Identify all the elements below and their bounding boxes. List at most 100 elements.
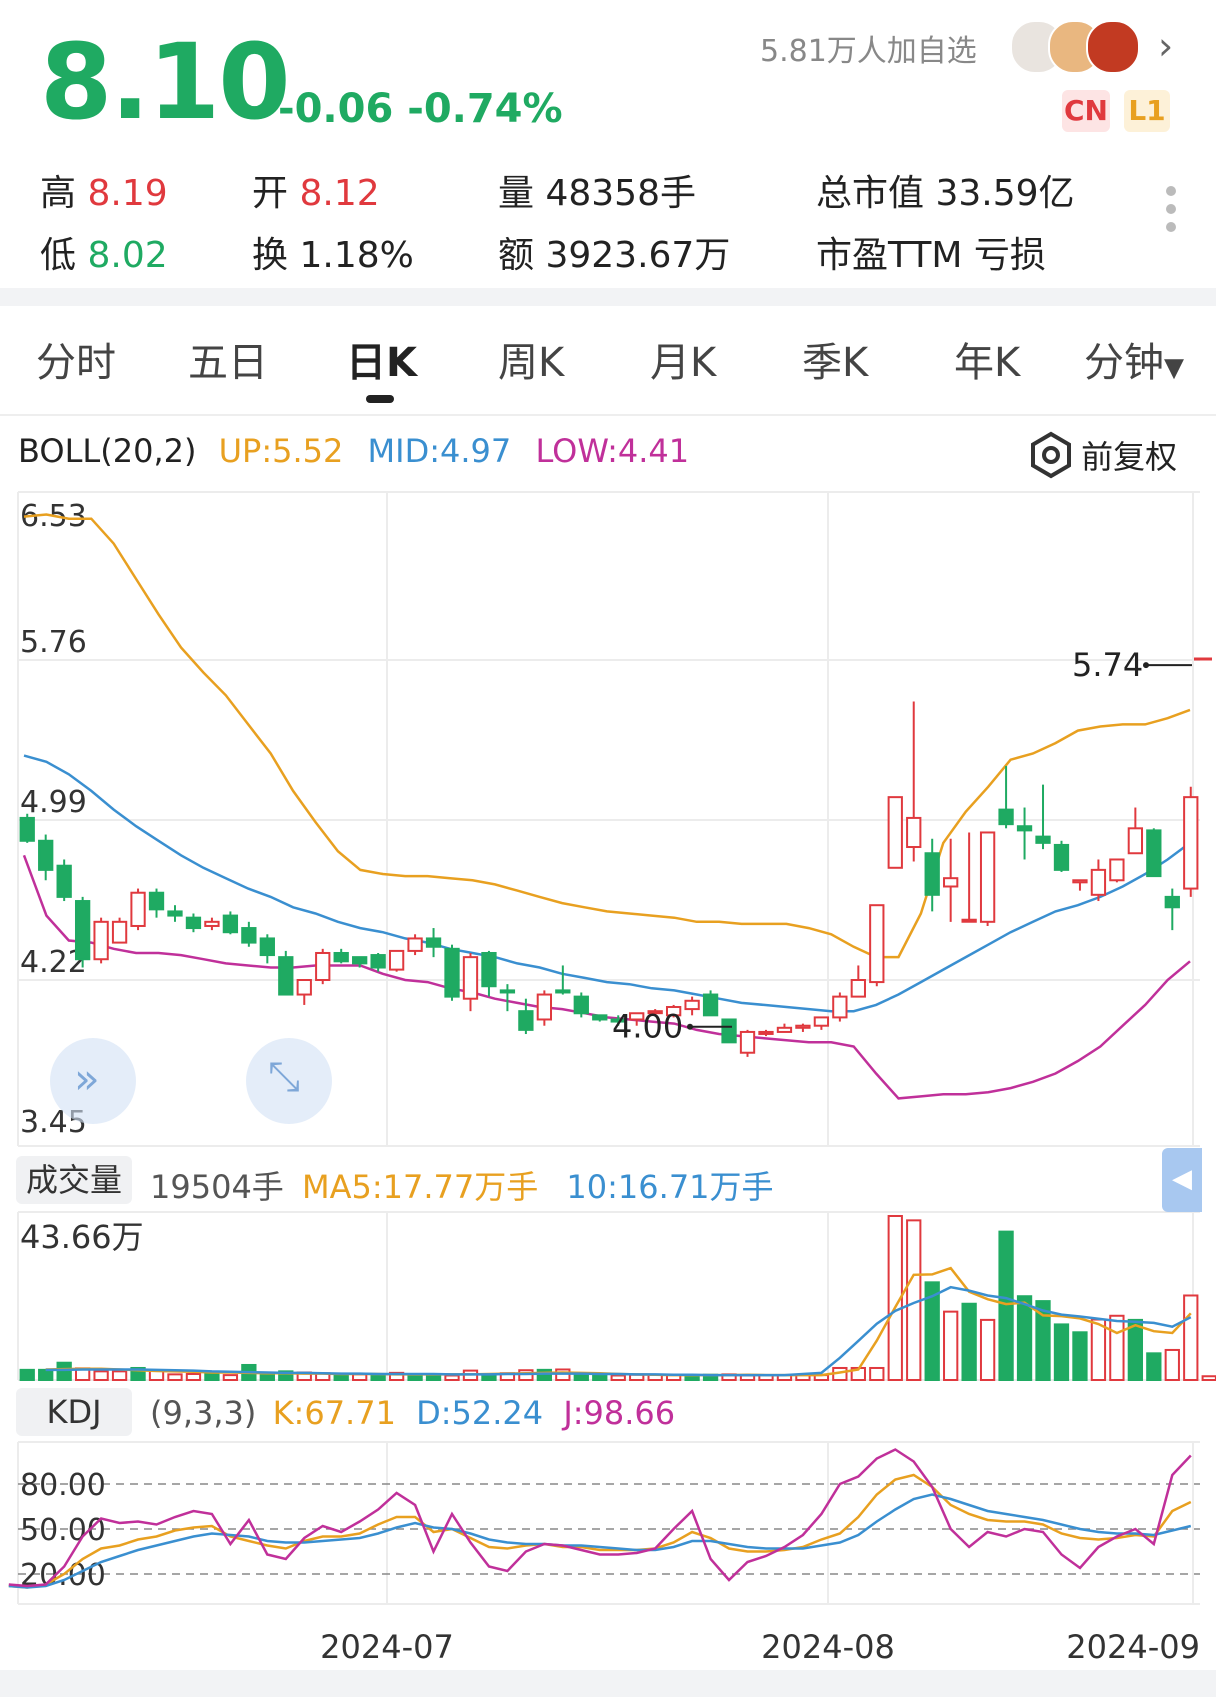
x-axis-date-label: 2024-07 — [320, 1628, 454, 1666]
volume-bar — [998, 1230, 1014, 1382]
volume-bar — [1201, 1375, 1216, 1381]
volume-bar — [592, 1374, 608, 1382]
volume-bar — [56, 1361, 72, 1382]
candle-body — [352, 956, 368, 965]
x-axis-date-label: 2024-08 — [761, 1628, 895, 1666]
candle-body — [241, 927, 257, 944]
volume-bar — [1183, 1294, 1199, 1381]
candle-body — [758, 1030, 774, 1035]
volume-bar — [961, 1302, 977, 1382]
min-price-dot — [687, 1023, 693, 1030]
candle-body — [481, 951, 497, 988]
caret-left-icon: ◀ — [1172, 1164, 1192, 1194]
candle-body — [869, 904, 885, 984]
candle-body — [74, 900, 91, 961]
kdj-j: J:98.66 — [563, 1394, 676, 1432]
volume-bar — [444, 1374, 460, 1381]
candle-body — [1127, 827, 1144, 855]
candle-body — [739, 1030, 756, 1054]
volume-bar — [943, 1310, 959, 1382]
candle-body — [111, 920, 128, 944]
fullscreen-button[interactable]: ⤡ — [246, 1038, 332, 1124]
kdj-params: (9,3,3) — [150, 1394, 257, 1432]
candle-body — [813, 1016, 830, 1027]
volume-ma10: 10:16.71万手 — [566, 1168, 774, 1206]
candle-body — [259, 937, 275, 957]
kdj-tick-label: 50.00 — [20, 1513, 106, 1548]
candle-body — [943, 877, 959, 888]
candle-body — [407, 937, 423, 952]
boll-mid-line — [23, 754, 1191, 1013]
kdj-d: D:52.24 — [416, 1394, 544, 1432]
volume-bar — [38, 1368, 54, 1382]
candle-body — [1053, 843, 1070, 871]
candle-body — [388, 949, 405, 971]
scroll-latest-button[interactable]: » — [50, 1038, 136, 1124]
candle-body — [1164, 895, 1180, 909]
candle-body — [167, 910, 183, 917]
volume-bar — [204, 1372, 220, 1381]
volume-bar — [1072, 1331, 1088, 1382]
candle-body — [924, 852, 940, 896]
candle-body — [444, 947, 460, 998]
chart-canvas[interactable]: 6.535.764.994.223.455.744.0043.66万80.005… — [0, 0, 1216, 1697]
volume-bar — [93, 1370, 109, 1381]
candle-body — [961, 918, 977, 923]
candle-body — [19, 816, 35, 842]
candle-body — [462, 956, 479, 1000]
candle-body — [333, 951, 349, 963]
expand-icon: ⤡ — [268, 1054, 300, 1100]
volume-ma5: MA5:17.77万手 — [301, 1168, 539, 1206]
candle-body — [56, 864, 72, 898]
max-price-label: 5.74 — [1072, 646, 1143, 684]
volume-section-label[interactable]: 成交量 — [16, 1156, 132, 1204]
candle-body — [499, 989, 516, 994]
candle-body — [1035, 835, 1051, 844]
kdj-section-label[interactable]: KDJ — [16, 1388, 132, 1436]
candle-body — [702, 993, 719, 1017]
candle-body — [795, 1024, 811, 1029]
candle-body — [979, 831, 996, 923]
candle-body — [555, 989, 571, 994]
candle-body — [315, 951, 331, 981]
volume-bar — [869, 1366, 885, 1382]
volume-bar — [1109, 1314, 1125, 1382]
candle-body — [518, 1010, 534, 1031]
candle-body — [1072, 879, 1088, 884]
candle-body — [204, 920, 220, 927]
candle-body — [906, 816, 922, 849]
volume-current: 19504手 — [150, 1168, 284, 1206]
candle-body — [1016, 825, 1033, 832]
candle-body — [776, 1026, 793, 1033]
volume-bar — [1053, 1323, 1070, 1381]
x-axis-date-label: 2024-09 — [1066, 1628, 1200, 1666]
bottom-bar — [0, 1670, 1216, 1697]
volume-bar — [610, 1374, 626, 1381]
side-panel-toggle[interactable]: ◀ — [1162, 1148, 1202, 1212]
volume-bar — [407, 1374, 423, 1382]
candle-body — [278, 956, 294, 996]
kdj-legend: (9,3,3) K:67.71 D:52.24 J:98.66 — [150, 1394, 675, 1432]
candle-body — [1109, 858, 1125, 882]
volume-bar — [979, 1318, 996, 1381]
min-price-label: 4.00 — [612, 1008, 683, 1046]
kdj-k: K:67.71 — [272, 1394, 396, 1432]
volume-bar — [185, 1372, 202, 1381]
candle-body — [998, 808, 1014, 826]
candle-body — [148, 891, 165, 911]
kdj-j-line — [8, 1448, 1192, 1588]
candle-body — [832, 995, 848, 1019]
kdj-tick-label: 80.00 — [20, 1468, 106, 1503]
candle-body — [536, 993, 553, 1021]
volume-bar — [1016, 1295, 1033, 1381]
volume-legend: 19504手 MA5:17.77万手 10:16.71万手 — [150, 1162, 774, 1208]
candle-body — [592, 1014, 608, 1021]
double-chevron-right-icon: » — [74, 1054, 100, 1103]
candle-body — [1146, 829, 1162, 878]
candle-body — [1090, 868, 1107, 896]
candle-body — [370, 954, 386, 969]
candle-body — [222, 914, 239, 934]
candle-body — [850, 979, 866, 998]
candle-body — [425, 937, 442, 948]
kdj-k-line — [8, 1473, 1192, 1589]
